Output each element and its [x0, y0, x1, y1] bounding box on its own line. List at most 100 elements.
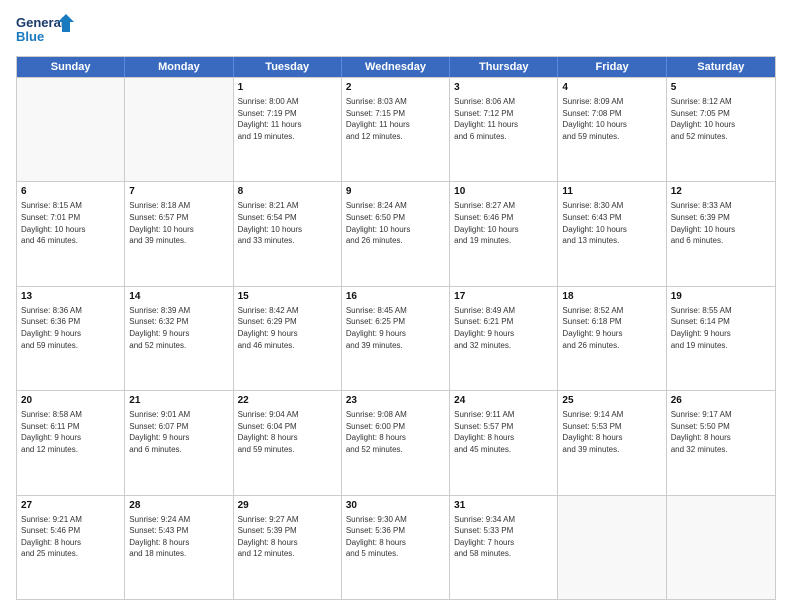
day-number: 20 [21, 394, 120, 408]
day-number: 2 [346, 81, 445, 95]
day-number: 8 [238, 185, 337, 199]
day-info: Sunrise: 8:58 AM Sunset: 6:11 PM Dayligh… [21, 409, 120, 455]
day-info: Sunrise: 9:01 AM Sunset: 6:07 PM Dayligh… [129, 409, 228, 455]
empty-cell [667, 496, 775, 599]
day-cell-31: 31Sunrise: 9:34 AM Sunset: 5:33 PM Dayli… [450, 496, 558, 599]
day-cell-28: 28Sunrise: 9:24 AM Sunset: 5:43 PM Dayli… [125, 496, 233, 599]
day-number: 27 [21, 499, 120, 513]
day-info: Sunrise: 9:21 AM Sunset: 5:46 PM Dayligh… [21, 514, 120, 560]
day-cell-20: 20Sunrise: 8:58 AM Sunset: 6:11 PM Dayli… [17, 391, 125, 494]
day-info: Sunrise: 8:39 AM Sunset: 6:32 PM Dayligh… [129, 305, 228, 351]
day-cell-13: 13Sunrise: 8:36 AM Sunset: 6:36 PM Dayli… [17, 287, 125, 390]
day-info: Sunrise: 9:17 AM Sunset: 5:50 PM Dayligh… [671, 409, 771, 455]
header-day-monday: Monday [125, 57, 233, 77]
day-info: Sunrise: 8:33 AM Sunset: 6:39 PM Dayligh… [671, 200, 771, 246]
day-info: Sunrise: 8:03 AM Sunset: 7:15 PM Dayligh… [346, 96, 445, 142]
day-info: Sunrise: 8:09 AM Sunset: 7:08 PM Dayligh… [562, 96, 661, 142]
day-cell-25: 25Sunrise: 9:14 AM Sunset: 5:53 PM Dayli… [558, 391, 666, 494]
header-day-wednesday: Wednesday [342, 57, 450, 77]
day-cell-16: 16Sunrise: 8:45 AM Sunset: 6:25 PM Dayli… [342, 287, 450, 390]
day-number: 7 [129, 185, 228, 199]
day-number: 15 [238, 290, 337, 304]
day-number: 16 [346, 290, 445, 304]
day-number: 19 [671, 290, 771, 304]
day-cell-1: 1Sunrise: 8:00 AM Sunset: 7:19 PM Daylig… [234, 78, 342, 181]
calendar-body: 1Sunrise: 8:00 AM Sunset: 7:19 PM Daylig… [17, 77, 775, 599]
day-cell-11: 11Sunrise: 8:30 AM Sunset: 6:43 PM Dayli… [558, 182, 666, 285]
day-info: Sunrise: 8:49 AM Sunset: 6:21 PM Dayligh… [454, 305, 553, 351]
day-number: 25 [562, 394, 661, 408]
day-number: 14 [129, 290, 228, 304]
day-number: 5 [671, 81, 771, 95]
day-number: 17 [454, 290, 553, 304]
day-cell-21: 21Sunrise: 9:01 AM Sunset: 6:07 PM Dayli… [125, 391, 233, 494]
day-number: 13 [21, 290, 120, 304]
day-cell-26: 26Sunrise: 9:17 AM Sunset: 5:50 PM Dayli… [667, 391, 775, 494]
day-cell-19: 19Sunrise: 8:55 AM Sunset: 6:14 PM Dayli… [667, 287, 775, 390]
day-cell-22: 22Sunrise: 9:04 AM Sunset: 6:04 PM Dayli… [234, 391, 342, 494]
day-info: Sunrise: 9:04 AM Sunset: 6:04 PM Dayligh… [238, 409, 337, 455]
day-info: Sunrise: 8:52 AM Sunset: 6:18 PM Dayligh… [562, 305, 661, 351]
calendar-row-2: 6Sunrise: 8:15 AM Sunset: 7:01 PM Daylig… [17, 181, 775, 285]
day-info: Sunrise: 8:15 AM Sunset: 7:01 PM Dayligh… [21, 200, 120, 246]
day-cell-6: 6Sunrise: 8:15 AM Sunset: 7:01 PM Daylig… [17, 182, 125, 285]
day-cell-7: 7Sunrise: 8:18 AM Sunset: 6:57 PM Daylig… [125, 182, 233, 285]
day-cell-9: 9Sunrise: 8:24 AM Sunset: 6:50 PM Daylig… [342, 182, 450, 285]
day-info: Sunrise: 9:14 AM Sunset: 5:53 PM Dayligh… [562, 409, 661, 455]
day-number: 11 [562, 185, 661, 199]
day-cell-23: 23Sunrise: 9:08 AM Sunset: 6:00 PM Dayli… [342, 391, 450, 494]
header-day-thursday: Thursday [450, 57, 558, 77]
svg-text:Blue: Blue [16, 29, 44, 44]
day-number: 24 [454, 394, 553, 408]
page: GeneralBlue SundayMondayTuesdayWednesday… [0, 0, 792, 612]
day-number: 28 [129, 499, 228, 513]
calendar-header: SundayMondayTuesdayWednesdayThursdayFrid… [17, 57, 775, 77]
day-info: Sunrise: 8:24 AM Sunset: 6:50 PM Dayligh… [346, 200, 445, 246]
day-info: Sunrise: 9:27 AM Sunset: 5:39 PM Dayligh… [238, 514, 337, 560]
day-number: 4 [562, 81, 661, 95]
day-number: 23 [346, 394, 445, 408]
day-number: 22 [238, 394, 337, 408]
calendar-row-5: 27Sunrise: 9:21 AM Sunset: 5:46 PM Dayli… [17, 495, 775, 599]
empty-cell [17, 78, 125, 181]
day-number: 10 [454, 185, 553, 199]
day-info: Sunrise: 8:36 AM Sunset: 6:36 PM Dayligh… [21, 305, 120, 351]
day-info: Sunrise: 8:21 AM Sunset: 6:54 PM Dayligh… [238, 200, 337, 246]
empty-cell [125, 78, 233, 181]
header-day-friday: Friday [558, 57, 666, 77]
day-info: Sunrise: 8:45 AM Sunset: 6:25 PM Dayligh… [346, 305, 445, 351]
logo-svg: GeneralBlue [16, 12, 76, 48]
day-cell-2: 2Sunrise: 8:03 AM Sunset: 7:15 PM Daylig… [342, 78, 450, 181]
logo: GeneralBlue [16, 12, 76, 48]
day-info: Sunrise: 9:30 AM Sunset: 5:36 PM Dayligh… [346, 514, 445, 560]
svg-text:General: General [16, 15, 64, 30]
day-number: 21 [129, 394, 228, 408]
day-number: 6 [21, 185, 120, 199]
day-info: Sunrise: 9:24 AM Sunset: 5:43 PM Dayligh… [129, 514, 228, 560]
day-info: Sunrise: 8:18 AM Sunset: 6:57 PM Dayligh… [129, 200, 228, 246]
header-day-saturday: Saturday [667, 57, 775, 77]
header-day-sunday: Sunday [17, 57, 125, 77]
calendar-row-1: 1Sunrise: 8:00 AM Sunset: 7:19 PM Daylig… [17, 77, 775, 181]
day-cell-18: 18Sunrise: 8:52 AM Sunset: 6:18 PM Dayli… [558, 287, 666, 390]
day-info: Sunrise: 9:11 AM Sunset: 5:57 PM Dayligh… [454, 409, 553, 455]
day-number: 30 [346, 499, 445, 513]
day-cell-3: 3Sunrise: 8:06 AM Sunset: 7:12 PM Daylig… [450, 78, 558, 181]
day-number: 3 [454, 81, 553, 95]
day-info: Sunrise: 8:55 AM Sunset: 6:14 PM Dayligh… [671, 305, 771, 351]
day-cell-8: 8Sunrise: 8:21 AM Sunset: 6:54 PM Daylig… [234, 182, 342, 285]
day-info: Sunrise: 8:06 AM Sunset: 7:12 PM Dayligh… [454, 96, 553, 142]
calendar-row-3: 13Sunrise: 8:36 AM Sunset: 6:36 PM Dayli… [17, 286, 775, 390]
day-info: Sunrise: 8:00 AM Sunset: 7:19 PM Dayligh… [238, 96, 337, 142]
day-cell-5: 5Sunrise: 8:12 AM Sunset: 7:05 PM Daylig… [667, 78, 775, 181]
day-number: 26 [671, 394, 771, 408]
day-info: Sunrise: 8:42 AM Sunset: 6:29 PM Dayligh… [238, 305, 337, 351]
day-number: 18 [562, 290, 661, 304]
day-cell-4: 4Sunrise: 8:09 AM Sunset: 7:08 PM Daylig… [558, 78, 666, 181]
empty-cell [558, 496, 666, 599]
day-cell-30: 30Sunrise: 9:30 AM Sunset: 5:36 PM Dayli… [342, 496, 450, 599]
day-number: 12 [671, 185, 771, 199]
day-number: 9 [346, 185, 445, 199]
day-cell-14: 14Sunrise: 8:39 AM Sunset: 6:32 PM Dayli… [125, 287, 233, 390]
day-info: Sunrise: 9:34 AM Sunset: 5:33 PM Dayligh… [454, 514, 553, 560]
